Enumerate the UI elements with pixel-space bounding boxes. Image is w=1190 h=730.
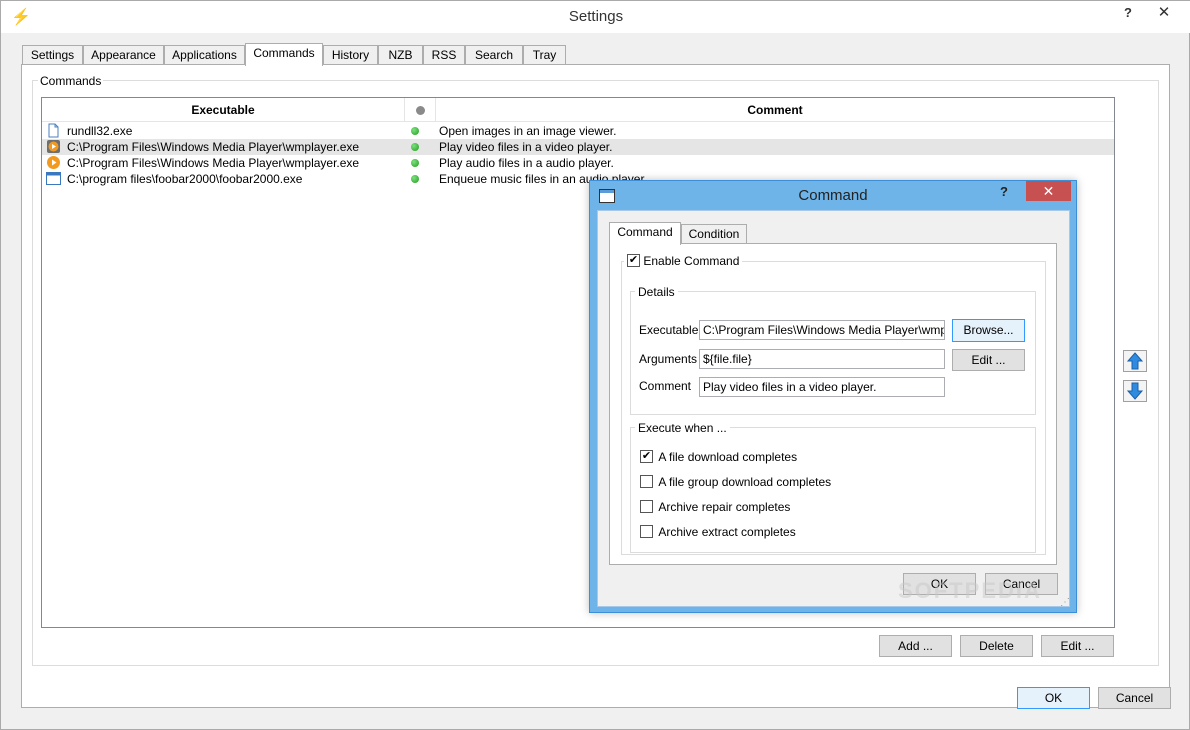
row-executable: C:\Program Files\Windows Media Player\wm… bbox=[67, 140, 360, 154]
ok-button[interactable]: OK bbox=[1017, 687, 1090, 709]
resize-grip-icon[interactable]: ⋰ bbox=[1060, 597, 1070, 608]
option-label: Archive repair completes bbox=[658, 499, 791, 514]
arrow-down-icon bbox=[1126, 382, 1144, 400]
comment-field[interactable]: Play video files in a video player. bbox=[699, 377, 945, 397]
table-row[interactable]: C:\Program Files\Windows Media Player\wm… bbox=[42, 155, 1114, 171]
enabled-status-icon bbox=[411, 127, 419, 135]
tab-nzb[interactable]: NZB bbox=[378, 45, 423, 65]
enabled-status-icon bbox=[411, 159, 419, 167]
option-file-group-download[interactable]: A file group download completes bbox=[640, 474, 831, 490]
option-archive-extract[interactable]: Archive extract completes bbox=[640, 524, 796, 540]
row-executable: C:\program files\foobar2000\foobar2000.e… bbox=[67, 172, 303, 186]
edit-arguments-button[interactable]: Edit ... bbox=[952, 349, 1025, 371]
details-label: Details bbox=[635, 285, 678, 299]
file-group-download-checkbox[interactable] bbox=[640, 475, 653, 489]
dialog-help-button[interactable]: ? bbox=[1000, 184, 1008, 199]
cancel-button[interactable]: Cancel bbox=[1098, 687, 1171, 709]
title-bar[interactable]: ⚡ Settings ? ✕ bbox=[1, 1, 1190, 33]
window-app-icon bbox=[46, 172, 61, 185]
tab-condition[interactable]: Condition bbox=[681, 224, 747, 244]
add-command-button[interactable]: Add ... bbox=[879, 635, 952, 657]
column-header-comment[interactable]: Comment bbox=[436, 98, 1114, 122]
close-button[interactable]: ✕ bbox=[1147, 1, 1181, 25]
tab-settings[interactable]: Settings bbox=[22, 45, 83, 65]
row-comment: Open images in an image viewer. bbox=[439, 124, 617, 138]
dialog-close-button[interactable]: ✕ bbox=[1026, 181, 1071, 201]
enabled-status-icon bbox=[411, 175, 419, 183]
row-executable: C:\Program Files\Windows Media Player\wm… bbox=[67, 156, 360, 170]
move-up-button[interactable] bbox=[1123, 350, 1147, 372]
delete-command-button[interactable]: Delete bbox=[960, 635, 1033, 657]
option-archive-repair[interactable]: Archive repair completes bbox=[640, 499, 790, 515]
enable-command-row[interactable]: ✔ Enable Command bbox=[624, 253, 743, 269]
enable-command-label: Enable Command bbox=[643, 253, 740, 268]
tab-rss[interactable]: RSS bbox=[423, 45, 465, 65]
arguments-label: Arguments bbox=[639, 352, 698, 366]
commands-group-label: Commands bbox=[38, 74, 104, 88]
help-button[interactable]: ? bbox=[1113, 1, 1143, 25]
arguments-field[interactable]: ${file.file} bbox=[699, 349, 945, 369]
status-dot-icon bbox=[415, 106, 425, 116]
row-comment: Play video files in a video player. bbox=[439, 140, 613, 154]
option-label: Archive extract completes bbox=[658, 524, 796, 539]
watermark: SOFTPEDIA bbox=[898, 578, 1042, 603]
tab-command[interactable]: Command bbox=[609, 222, 681, 245]
browse-button[interactable]: Browse... bbox=[952, 319, 1025, 342]
table-row[interactable]: C:\Program Files\Windows Media Player\wm… bbox=[42, 139, 1114, 155]
option-label: A file download completes bbox=[658, 449, 798, 464]
move-down-button[interactable] bbox=[1123, 380, 1147, 402]
execute-when-label: Execute when ... bbox=[635, 421, 730, 435]
arrow-up-icon bbox=[1126, 352, 1144, 370]
tab-applications[interactable]: Applications bbox=[164, 45, 245, 65]
row-executable: rundll32.exe bbox=[67, 124, 133, 138]
table-row[interactable]: rundll32.exe Open images in an image vie… bbox=[42, 123, 1114, 139]
option-file-download[interactable]: ✔ A file download completes bbox=[640, 449, 797, 465]
window-title: Settings bbox=[568, 8, 624, 25]
tab-history[interactable]: History bbox=[323, 45, 378, 65]
column-header-executable[interactable]: Executable bbox=[42, 98, 405, 122]
enable-command-checkbox[interactable]: ✔ bbox=[627, 254, 640, 268]
executable-field[interactable]: C:\Program Files\Windows Media Player\wm… bbox=[699, 320, 945, 340]
comment-label: Comment bbox=[639, 379, 692, 393]
tab-tray[interactable]: Tray bbox=[523, 45, 566, 65]
enabled-status-icon bbox=[411, 143, 419, 151]
tab-commands[interactable]: Commands bbox=[245, 43, 323, 66]
list-header: Executable Comment bbox=[42, 98, 1114, 122]
edit-command-button[interactable]: Edit ... bbox=[1041, 635, 1114, 657]
row-comment: Play audio files in a audio player. bbox=[439, 156, 614, 170]
media-player-icon bbox=[47, 140, 60, 153]
option-label: A file group download completes bbox=[658, 474, 832, 489]
command-dialog: Command ? ✕ Command Condition ✔ Enable C… bbox=[589, 180, 1077, 613]
media-player-icon bbox=[47, 156, 60, 169]
archive-extract-checkbox[interactable] bbox=[640, 525, 653, 539]
tab-appearance[interactable]: Appearance bbox=[83, 45, 164, 65]
dialog-body: Command Condition ✔ Enable Command Detai… bbox=[597, 210, 1070, 607]
tab-search[interactable]: Search bbox=[465, 45, 523, 65]
archive-repair-checkbox[interactable] bbox=[640, 500, 653, 514]
command-tab-panel: ✔ Enable Command Details Executable C:\P… bbox=[609, 243, 1057, 565]
file-download-checkbox[interactable]: ✔ bbox=[640, 450, 653, 464]
executable-label: Executable bbox=[639, 323, 699, 337]
column-header-status[interactable] bbox=[405, 98, 436, 122]
generic-file-icon bbox=[48, 123, 59, 138]
